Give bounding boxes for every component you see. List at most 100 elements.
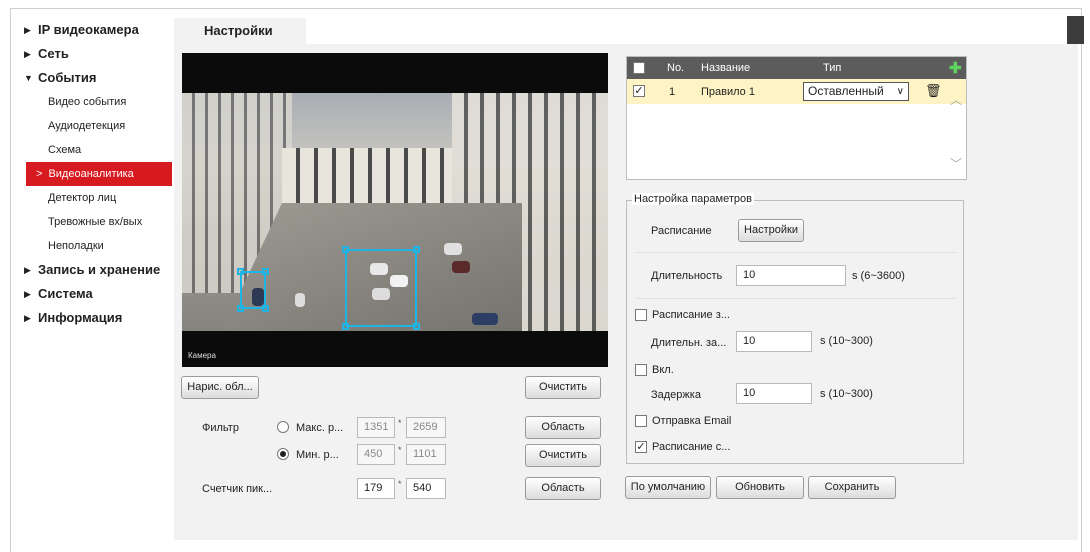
pixel-counter-label: Счетчик пик...	[202, 483, 273, 495]
min-size-label: Мин. р...	[296, 449, 339, 461]
schedule-label: Расписание	[651, 225, 712, 237]
sidebar-item-network[interactable]: ▶ Сеть	[24, 42, 172, 66]
sidebar-item-label: События	[38, 70, 97, 85]
schedule-snapshot-checkbox[interactable]: ✓	[635, 441, 647, 453]
max-size-label: Макс. р...	[296, 422, 344, 434]
refresh-button[interactable]: Обновить	[716, 476, 804, 499]
resize-handle[interactable]	[342, 323, 349, 330]
area-button-1[interactable]: Область	[525, 416, 601, 439]
rule-type-select[interactable]: Оставленный ∨	[803, 82, 909, 101]
row-checkbox[interactable]: ✓	[633, 85, 645, 97]
triangle-right-icon: ▶	[24, 25, 31, 35]
draw-area-button[interactable]: Нарис. обл...	[181, 376, 259, 399]
sidebar-item-ip-camera[interactable]: ▶ IP видеокамера	[24, 18, 172, 42]
detection-box-large[interactable]	[342, 246, 420, 330]
resize-handle[interactable]	[413, 246, 420, 253]
rule-type-value: Оставленный	[808, 84, 884, 98]
car-image	[444, 243, 462, 255]
clear-filter-button[interactable]: Очистить	[525, 444, 601, 467]
table-row[interactable]: ✓ 1 Правило 1 Оставленный ∨ 🗑	[627, 79, 966, 104]
add-rule-icon[interactable]: ✚	[949, 59, 962, 77]
sidebar-item-label: IP видеокамера	[38, 22, 139, 37]
sidebar-item-label: Система	[38, 286, 93, 301]
delay-input[interactable]: 10	[736, 383, 812, 404]
record-duration-range: s (10~300)	[820, 335, 873, 347]
times-sign: *	[398, 479, 402, 489]
area-button-2[interactable]: Область	[525, 477, 601, 500]
schedule-snapshot-label: Расписание с...	[652, 441, 731, 453]
tab-bar: Настройки	[174, 18, 1067, 44]
max-size-radio[interactable]	[277, 421, 289, 433]
min-width-input[interactable]: 450	[357, 444, 395, 465]
corner-block	[1067, 16, 1084, 44]
times-sign: *	[398, 418, 402, 428]
record-duration-label: Длительн. за...	[651, 337, 727, 349]
email-label: Отправка Email	[652, 415, 732, 427]
video-preview[interactable]: · · · · · · Камера	[182, 53, 608, 367]
triangle-right-icon: ▶	[24, 289, 31, 299]
divider	[636, 298, 956, 299]
sidebar-subitem-faults[interactable]: Неполадки	[24, 234, 172, 258]
sidebar-subitem-face-detector[interactable]: Детектор лиц	[24, 186, 172, 210]
save-button[interactable]: Сохранить	[808, 476, 896, 499]
sidebar-subitem-video-analytics[interactable]: > Видеоаналитика	[26, 162, 172, 186]
detection-box-small[interactable]	[237, 268, 269, 312]
chevron-right-icon: >	[36, 168, 43, 180]
delay-label: Задержка	[651, 389, 701, 401]
sidebar-item-label: Информация	[38, 310, 123, 325]
triangle-right-icon: ▶	[24, 313, 31, 323]
divider	[636, 252, 956, 253]
car-image	[452, 261, 470, 273]
resize-handle[interactable]	[413, 323, 420, 330]
triangle-right-icon: ▶	[24, 265, 31, 275]
sidebar-item-events[interactable]: ▼ События	[24, 66, 172, 90]
default-button[interactable]: По умолчанию	[625, 476, 711, 499]
resize-handle[interactable]	[262, 268, 269, 275]
max-height-input[interactable]: 2659	[406, 417, 446, 438]
row-no: 1	[669, 86, 676, 98]
header-type: Тип	[823, 62, 842, 74]
timestamp-overlay: · · · · · ·	[472, 141, 503, 151]
clear-area-button[interactable]: Очистить	[525, 376, 601, 399]
sidebar-item-system[interactable]: ▶ Система	[24, 282, 172, 306]
sidebar: ▶ IP видеокамера ▶ Сеть ▼ События Видео соб…	[24, 18, 172, 330]
sidebar-item-info[interactable]: ▶ Информация	[24, 306, 172, 330]
scroll-down-icon[interactable]: ﹀	[950, 155, 962, 172]
sidebar-subitem-audio-detection[interactable]: Аудиодетекция	[24, 114, 172, 138]
enable-label: Вкл.	[652, 364, 674, 376]
pixel-counter-width-input[interactable]: 179	[357, 478, 395, 499]
resize-handle[interactable]	[237, 268, 244, 275]
resize-handle[interactable]	[262, 305, 269, 312]
triangle-down-icon: ▼	[24, 73, 33, 83]
min-height-input[interactable]: 1101	[406, 444, 446, 465]
sidebar-item-storage[interactable]: ▶ Запись и хранение	[24, 258, 172, 282]
triangle-right-icon: ▶	[24, 49, 31, 59]
email-checkbox[interactable]	[635, 415, 647, 427]
sidebar-subitem-video-events[interactable]: Видео события	[24, 90, 172, 114]
params-group-title: Настройка параметров	[632, 193, 754, 205]
scroll-up-icon[interactable]: ︿	[950, 91, 962, 108]
min-size-radio[interactable]	[277, 448, 289, 460]
record-duration-input[interactable]: 10	[736, 331, 812, 352]
camera-label: Камера	[188, 351, 216, 360]
pixel-counter-height-input[interactable]: 540	[406, 478, 446, 499]
duration-input[interactable]: 10	[736, 265, 846, 286]
select-all-checkbox[interactable]: ✓	[633, 62, 645, 74]
trash-icon[interactable]: 🗑	[925, 83, 942, 99]
rules-table: ✓ No. Название Тип ✚ ✓ 1 Правило 1 Остав…	[626, 56, 967, 180]
header-no: No.	[667, 62, 685, 74]
duration-label: Длительность	[651, 270, 723, 282]
resize-handle[interactable]	[342, 246, 349, 253]
schedule-record-checkbox[interactable]	[635, 309, 647, 321]
sidebar-subitem-label: Видеоаналитика	[48, 168, 134, 180]
enable-checkbox[interactable]	[635, 364, 647, 376]
sidebar-subitem-alarm-io[interactable]: Тревожные вх/вых	[24, 210, 172, 234]
building-image	[282, 148, 452, 208]
car-image	[295, 293, 305, 307]
times-sign: *	[398, 445, 402, 455]
max-width-input[interactable]: 1351	[357, 417, 395, 438]
resize-handle[interactable]	[237, 305, 244, 312]
schedule-settings-button[interactable]: Настройки	[738, 219, 804, 242]
sidebar-subitem-schema[interactable]: Схема	[24, 138, 172, 162]
tab-settings[interactable]: Настройки	[174, 18, 306, 44]
